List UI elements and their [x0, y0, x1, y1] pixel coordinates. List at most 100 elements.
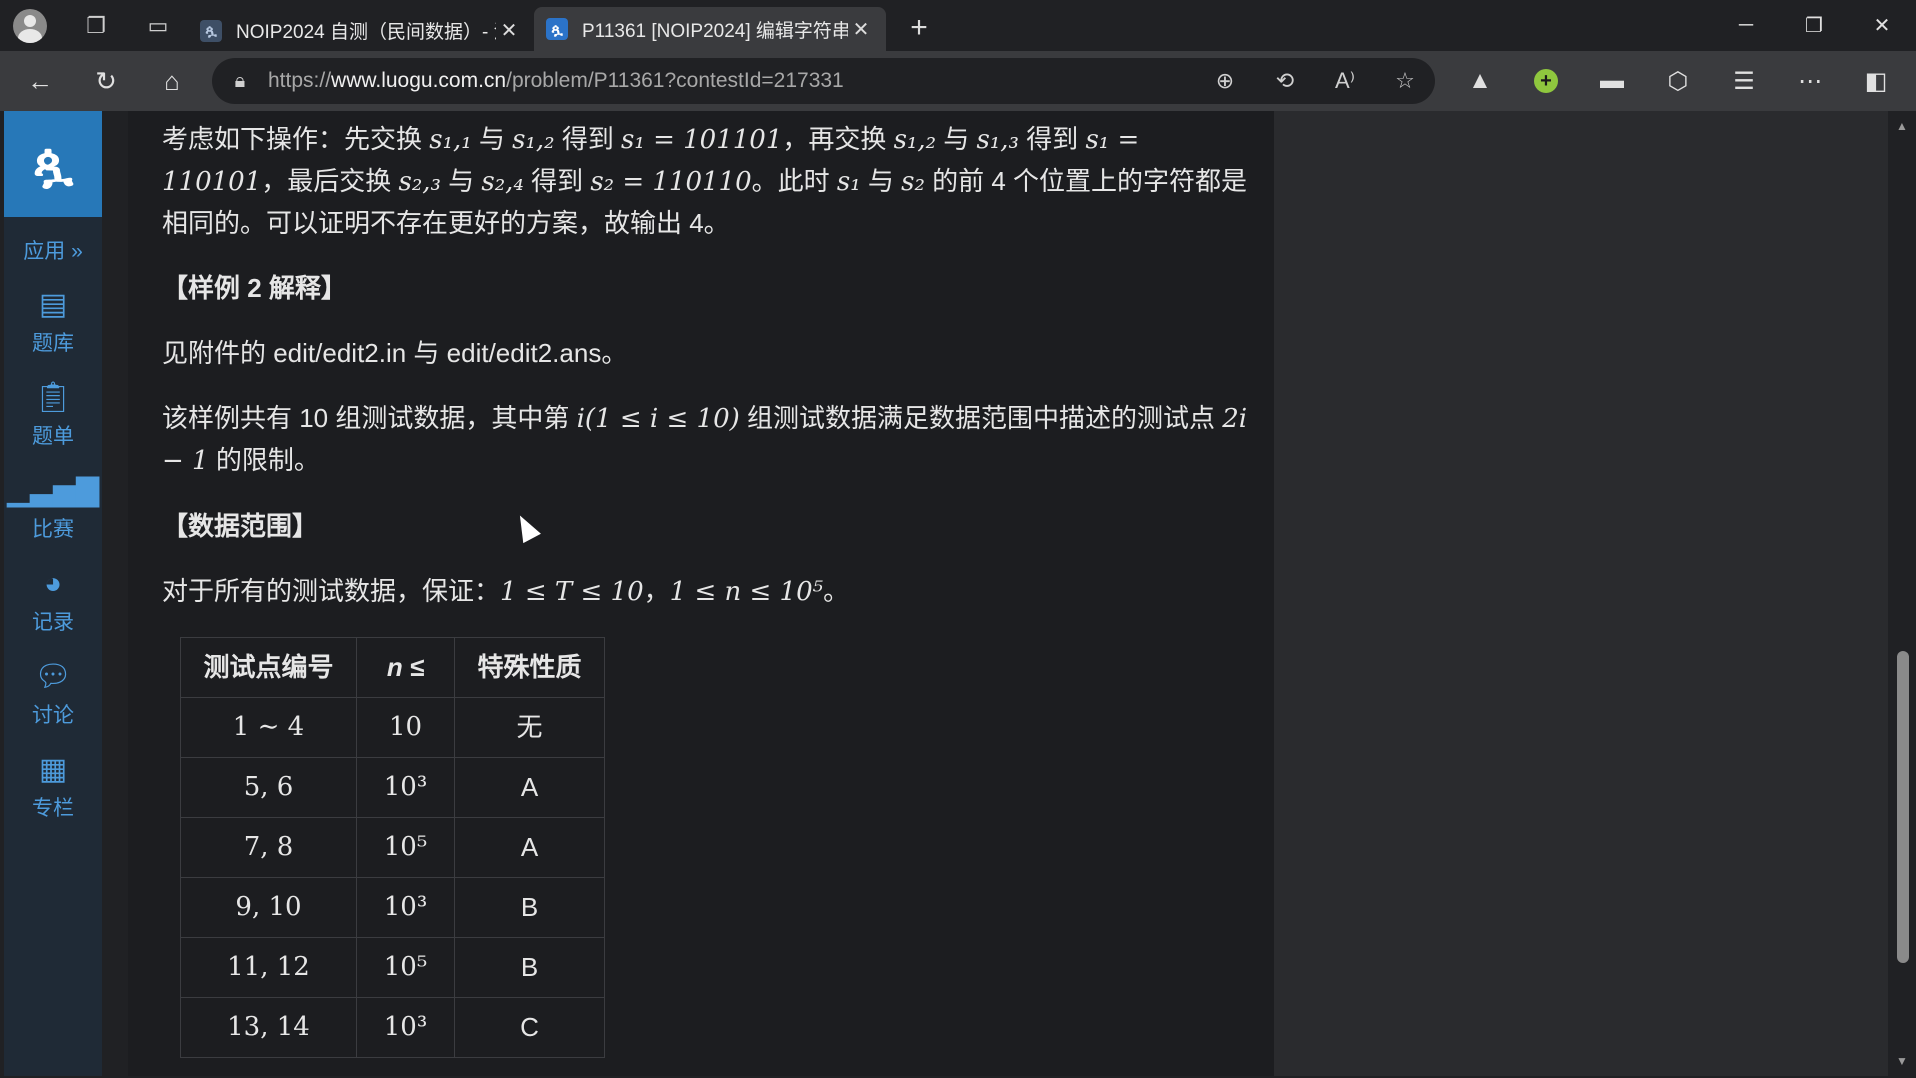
table-cell: 11, 12: [180, 937, 357, 998]
extension-triangle-icon[interactable]: ▲: [1447, 56, 1513, 106]
translate-icon[interactable]: ⟲: [1255, 68, 1315, 94]
collections-icon[interactable]: ❐: [76, 6, 116, 46]
scroll-up-arrow-icon[interactable]: ▲: [1896, 119, 1908, 133]
tab-title: P11361 [NOIP2024] 编辑字符串（: [582, 20, 848, 42]
subtask-table: 测试点编号 n ≤ 特殊性质 1 ∼ 4 10 无 5, 6 10³ A 7, 8 10⁵…: [180, 637, 605, 1058]
more-menu-icon[interactable]: ⋯: [1777, 56, 1843, 106]
extensions-puzzle-icon[interactable]: ⬡: [1645, 56, 1711, 106]
sidebar-item-discuss[interactable]: 💬︎ 讨论: [4, 647, 102, 740]
text: 与: [471, 124, 513, 154]
table-cell: 5, 6: [180, 757, 357, 818]
refresh-icon[interactable]: ↻: [76, 56, 136, 106]
tab-p11361[interactable]: ጷ P11361 [NOIP2024] 编辑字符串（ ✕: [534, 7, 886, 51]
bar-chart-icon: ▁▃▅▇: [6, 474, 100, 507]
table-row: 7, 8 10⁵ A: [180, 817, 605, 878]
back-arrow-icon[interactable]: ←: [10, 56, 70, 106]
data-range-heading: 【数据范围】: [162, 511, 319, 541]
table-cell: C: [454, 997, 605, 1058]
sidebar-item-problem-lists[interactable]: 📋︎ 题单: [4, 368, 102, 461]
apps-menu-link[interactable]: 应用 »: [4, 225, 102, 275]
text: 。此时: [751, 166, 837, 196]
favorites-list-icon[interactable]: ☰: [1711, 56, 1777, 106]
extension-dark-icon[interactable]: ▬: [1579, 56, 1645, 106]
math: s₁,₂: [512, 125, 555, 155]
minimize-icon[interactable]: ─: [1712, 0, 1780, 51]
close-window-icon[interactable]: ✕: [1848, 0, 1916, 51]
table-cell: 无: [454, 697, 605, 758]
table-row: 11, 12 10⁵ B: [180, 937, 605, 998]
zoom-icon[interactable]: ⊕: [1195, 68, 1255, 94]
math: s₁,₁: [429, 125, 472, 155]
clipboard-icon: 📋︎: [33, 381, 73, 414]
browser-toolbar: ← ↻ ⌂ 🔒︎ https://www.luogu.com.cn/proble…: [0, 51, 1916, 111]
profile-avatar[interactable]: [10, 6, 50, 46]
sidebar-item-records[interactable]: ◕ 记录: [4, 554, 102, 647]
sidebar-item-label: 比赛: [32, 517, 74, 541]
table-row: 9, 10 10³ B: [180, 877, 605, 938]
page-scrollbar[interactable]: ▲ ▼: [1888, 111, 1916, 1076]
math: i(1 ≤ i ≤ 10): [576, 404, 740, 434]
sidebar-toggle-icon[interactable]: ◧: [1843, 56, 1909, 106]
scroll-down-arrow-icon[interactable]: ▼: [1896, 1054, 1908, 1068]
table-row: 1 ∼ 4 10 无: [180, 697, 605, 758]
close-tab-icon[interactable]: ✕: [496, 18, 522, 43]
text: 考虑如下操作：先交换: [162, 124, 430, 154]
sidebar-item-label: 专栏: [32, 796, 74, 820]
tab-noip-selftest[interactable]: ጷ NOIP2024 自测（民间数据）- 洛 ✕: [188, 11, 534, 51]
url-path: /problem/P11361?contestId=217331: [506, 69, 844, 92]
table-cell: 10: [356, 697, 455, 758]
right-side-panel: [1274, 111, 1888, 1076]
math: s₁,₃: [976, 125, 1019, 155]
sidebar-item-label: 讨论: [32, 703, 74, 727]
column-header: 特殊性质: [454, 637, 605, 698]
url-text[interactable]: https://www.luogu.com.cn/problem/P11361?…: [268, 69, 1195, 93]
math: s₂: [901, 167, 925, 197]
luogu-favicon-icon: ጷ: [200, 19, 222, 42]
table-row: 5, 6 10³ A: [180, 757, 605, 818]
sidebar-item-columns[interactable]: ▦ 专栏: [4, 740, 102, 833]
text: ，再交换: [782, 124, 894, 154]
comments-icon: 💬︎: [33, 660, 73, 693]
text: 与: [860, 166, 902, 196]
restore-icon[interactable]: ❐: [1780, 0, 1848, 51]
pie-chart-icon: ◕: [43, 566, 63, 600]
math: 1 ≤ n ≤ 10⁵: [669, 577, 824, 607]
home-icon[interactable]: ⌂: [142, 56, 202, 106]
tab-actions-icon[interactable]: ▭: [138, 6, 178, 46]
sidebar-item-label: 题库: [32, 331, 74, 355]
extension-plus-icon[interactable]: +: [1513, 56, 1579, 106]
math: s₂ = 110110: [590, 167, 752, 197]
column-header: 测试点编号: [180, 637, 357, 698]
table-cell: 10³: [356, 757, 455, 818]
read-aloud-icon[interactable]: A⁾: [1315, 68, 1375, 94]
url-scheme: https://: [268, 69, 332, 92]
address-bar[interactable]: 🔒︎ https://www.luogu.com.cn/problem/P113…: [212, 58, 1435, 104]
table-cell: 10⁵: [356, 937, 455, 998]
text: 与: [936, 124, 977, 154]
text: 该样例共有 10 组测试数据，其中第: [162, 403, 577, 433]
luogu-logo-icon[interactable]: ጷ: [4, 111, 102, 217]
sample2-description-paragraph: 该样例共有 10 组测试数据，其中第 i(1 ≤ i ≤ 10) 组测试数据满足…: [162, 398, 1262, 482]
scrollbar-thumb[interactable]: [1897, 651, 1909, 963]
math: s₂,₃: [398, 167, 441, 197]
table-cell: B: [454, 877, 605, 938]
table-header-row: 测试点编号 n ≤ 特殊性质: [180, 637, 605, 698]
column-header: n ≤: [356, 637, 455, 698]
close-tab-icon[interactable]: ✕: [848, 17, 874, 42]
favorite-star-icon[interactable]: ☆: [1375, 68, 1435, 94]
avatar-icon: [13, 8, 47, 43]
newspaper-icon: ▦: [38, 753, 68, 786]
sidebar-item-problems[interactable]: ▤ 题库: [4, 275, 102, 368]
lock-icon[interactable]: 🔒︎: [212, 70, 268, 93]
text: 与: [440, 166, 482, 196]
table-cell: A: [454, 817, 605, 878]
new-tab-button[interactable]: +: [896, 8, 942, 48]
app-sidebar: ጷ 应用 » ▤ 题库 📋︎ 题单 ▁▃▅▇ 比赛 ◕ 记录 💬︎ 讨论 ▦ 专…: [4, 111, 102, 1076]
sidebar-item-contests[interactable]: ▁▃▅▇ 比赛: [4, 461, 102, 554]
text: 的限制。: [208, 445, 320, 475]
math: s₁,₂: [893, 125, 937, 155]
sidebar-item-label: 题单: [32, 424, 74, 448]
text: 得到: [554, 124, 622, 154]
window-controls: ─ ❐ ✕: [1712, 0, 1916, 51]
tab-title: NOIP2024 自测（民间数据）- 洛: [236, 22, 496, 43]
